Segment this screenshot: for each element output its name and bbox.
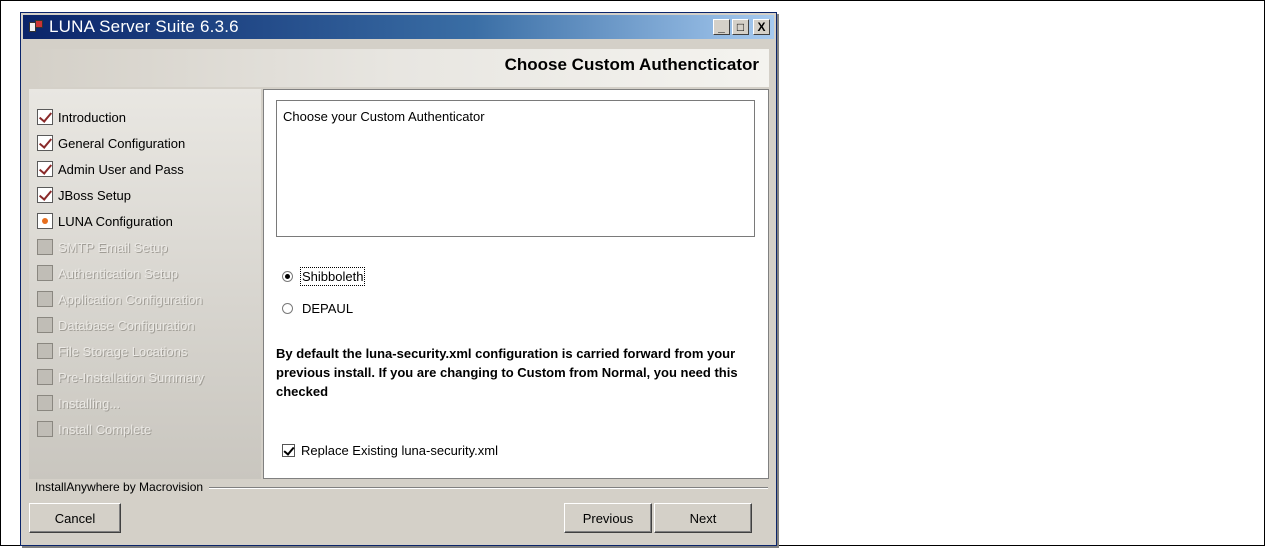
step-authentication-setup: Authentication Setup	[37, 263, 178, 283]
info-note: By default the luna-security.xml configu…	[276, 346, 738, 399]
step-label: Install Complete	[58, 421, 152, 437]
step-label: Database Configuration	[58, 317, 195, 333]
step-pending-icon	[37, 369, 53, 385]
page-title: Choose Custom Authencticator	[504, 55, 759, 74]
step-current-icon	[37, 213, 53, 229]
step-luna-configuration: LUNA Configuration	[37, 211, 173, 231]
step-installing: Installing...	[37, 393, 120, 413]
option-shibboleth[interactable]: Shibboleth	[282, 266, 366, 286]
app-icon	[29, 20, 43, 34]
description-text: Choose your Custom Authenticator	[283, 109, 485, 124]
step-pending-icon	[37, 291, 53, 307]
step-pending-icon	[37, 395, 53, 411]
step-pending-icon	[37, 421, 53, 437]
step-label: General Configuration	[58, 135, 186, 151]
description-box: Choose your Custom Authenticator	[276, 100, 755, 237]
maximize-button[interactable]: □	[732, 19, 749, 35]
option-label[interactable]: Shibboleth	[299, 266, 366, 286]
step-pending-icon	[37, 265, 53, 281]
step-admin-user-and-pass: Admin User and Pass	[37, 159, 184, 179]
option-label[interactable]: DEPAUL	[302, 301, 353, 316]
step-label: Introduction	[58, 109, 126, 125]
step-label: Admin User and Pass	[58, 161, 184, 177]
step-pending-icon	[37, 343, 53, 359]
title-bar[interactable]: LUNA Server Suite 6.3.6 _ □ X	[23, 15, 774, 39]
step-install-complete: Install Complete	[37, 419, 151, 439]
step-introduction: Introduction	[37, 107, 126, 127]
next-button[interactable]: Next	[654, 503, 752, 533]
cancel-button[interactable]: Cancel	[29, 503, 121, 533]
window-title: LUNA Server Suite 6.3.6	[49, 17, 239, 36]
installer-window: LUNA Server Suite 6.3.6 _ □ X Choose Cus…	[20, 12, 777, 546]
step-file-storage-locations: File Storage Locations	[37, 341, 187, 361]
radio-button[interactable]	[282, 302, 293, 314]
step-pending-icon	[37, 317, 53, 333]
previous-button[interactable]: Previous	[564, 503, 652, 533]
step-application-configuration: Application Configuration	[37, 289, 203, 309]
replace-security-checkbox[interactable]	[282, 443, 295, 457]
step-label: Pre-Installation Summary	[58, 369, 204, 385]
step-pending-icon	[37, 239, 53, 255]
step-general-configuration: General Configuration	[37, 133, 185, 153]
step-check-icon	[37, 109, 53, 125]
step-label: File Storage Locations	[58, 343, 188, 359]
close-button[interactable]: X	[753, 19, 770, 35]
minimize-button[interactable]: _	[713, 19, 730, 35]
step-jboss-setup: JBoss Setup	[37, 185, 131, 205]
step-label: JBoss Setup	[58, 187, 131, 203]
vendor-label: InstallAnywhere by Macrovision	[35, 480, 210, 494]
page-header: Choose Custom Authencticator	[29, 49, 769, 87]
step-label: LUNA Configuration	[58, 213, 173, 229]
step-label: Installing...	[58, 395, 121, 411]
option-depaul[interactable]: DEPAUL	[282, 298, 353, 318]
step-check-icon	[37, 161, 53, 177]
step-check-icon	[37, 135, 53, 151]
step-label: Application Configuration	[58, 291, 203, 307]
step-pre-installation-summary: Pre-Installation Summary	[37, 367, 204, 387]
radio-button[interactable]	[282, 270, 293, 282]
checkbox-label[interactable]: Replace Existing luna-security.xml	[301, 443, 498, 458]
step-check-icon	[37, 187, 53, 203]
steps-sidebar: Introduction General Configuration Admin…	[29, 89, 261, 479]
step-label: Authentication Setup	[58, 265, 178, 281]
content-panel: Choose your Custom Authenticator Shibbol…	[263, 89, 769, 479]
step-smtp-email-setup: SMTP Email Setup	[37, 237, 168, 257]
step-database-configuration: Database Configuration	[37, 315, 195, 335]
step-label: SMTP Email Setup	[58, 239, 168, 255]
replace-security-checkbox-row[interactable]: Replace Existing luna-security.xml	[282, 440, 498, 460]
